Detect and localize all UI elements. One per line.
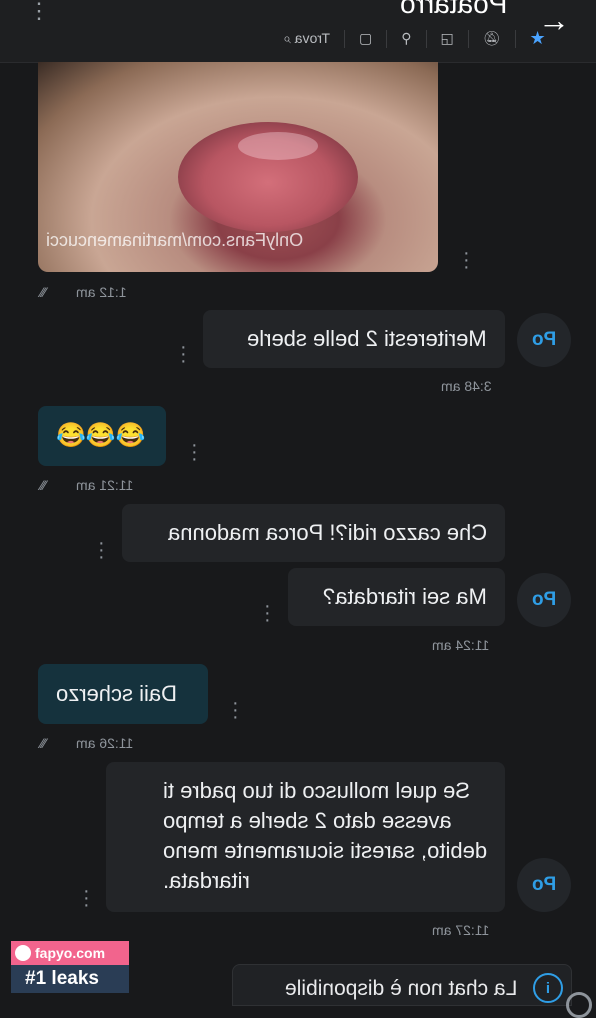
chat-title: Poatarro xyxy=(400,0,508,19)
message-input[interactable]: La chat non è disponibile i xyxy=(232,964,572,1006)
photo-watermark: OnlyFans.com/martinamencucci xyxy=(46,230,304,250)
message-menu-icon[interactable]: · · · xyxy=(98,533,105,567)
message-menu-icon[interactable]: · · · xyxy=(180,337,187,371)
star-icon[interactable]: ★ xyxy=(530,28,546,49)
avatar[interactable]: Po xyxy=(517,858,571,912)
divider xyxy=(514,29,516,48)
divider xyxy=(344,29,346,48)
search-button[interactable]: Trova ⌕ xyxy=(283,30,330,47)
outgoing-message[interactable]: Meriteresti 2 belle sberle xyxy=(203,310,505,368)
message-time: 3:48 am xyxy=(441,378,492,394)
media-icon[interactable]: ▢ xyxy=(359,30,372,47)
mute-icon[interactable]: 🔕︎ xyxy=(483,30,501,47)
divider xyxy=(425,29,427,48)
message-text: Ma sei ritardata? xyxy=(323,584,487,609)
message-text: Meriteresti 2 belle sberle xyxy=(247,326,487,351)
badge-bottom: #1 leaks xyxy=(11,965,129,993)
image-message[interactable]: OnlyFans.com/martinamencucci xyxy=(38,62,438,272)
divider xyxy=(386,29,388,48)
message-text: Se quel mollusco di tuo padre ti avesse … xyxy=(162,778,487,893)
message-menu-icon[interactable]: · · · xyxy=(264,596,271,630)
message-time: 1:12 am xyxy=(76,284,127,300)
watermark-badge: fapyo.com #1 leaks xyxy=(11,941,129,993)
chat-header: ⋮ Poatarro → Trova ⌕ ▢ ⚲ ◱ 🔕︎ ★ xyxy=(0,0,596,63)
pin-icon[interactable]: ⚲ xyxy=(401,30,411,47)
message-time: 11:26 am xyxy=(76,735,134,751)
divider xyxy=(467,29,469,48)
message-time: 11:24 am xyxy=(432,637,490,653)
outgoing-message[interactable]: Ma sei ritardata? xyxy=(288,568,505,626)
avatar[interactable]: Po xyxy=(517,573,571,627)
input-placeholder: La chat non è disponibile xyxy=(284,977,517,1000)
message-menu-icon[interactable]: · · · xyxy=(463,243,470,277)
message-text: Che cazzo ridi?! Porca madonna xyxy=(167,520,487,545)
message-time: 11:21 am xyxy=(76,477,134,493)
outgoing-message[interactable]: Se quel mollusco di tuo padre ti avesse … xyxy=(106,762,505,912)
search-icon[interactable] xyxy=(566,992,592,1018)
incoming-message[interactable]: Daii scherzo xyxy=(38,664,208,724)
info-icon[interactable]: i xyxy=(533,973,563,1003)
message-text: 😂😂😂 xyxy=(56,422,146,449)
message-menu-icon[interactable]: · · · xyxy=(232,693,239,727)
message-text: Daii scherzo xyxy=(56,681,178,706)
more-options-icon[interactable]: ⋮ xyxy=(28,0,50,22)
heart-icon xyxy=(15,945,31,961)
toolbar: Trova ⌕ ▢ ⚲ ◱ 🔕︎ ★ xyxy=(283,28,546,49)
message-menu-icon[interactable]: · · · xyxy=(83,881,90,915)
avatar[interactable]: Po xyxy=(517,313,571,367)
message-menu-icon[interactable]: · · · xyxy=(191,435,198,469)
badge-top: fapyo.com xyxy=(11,941,129,965)
incoming-message[interactable]: 😂😂😂 xyxy=(38,406,166,466)
message-time: 11:27 am xyxy=(432,922,490,938)
sticker-icon[interactable]: ◱ xyxy=(441,30,454,47)
outgoing-message[interactable]: Che cazzo ridi?! Porca madonna xyxy=(122,504,505,562)
photo-highlight xyxy=(238,132,318,160)
